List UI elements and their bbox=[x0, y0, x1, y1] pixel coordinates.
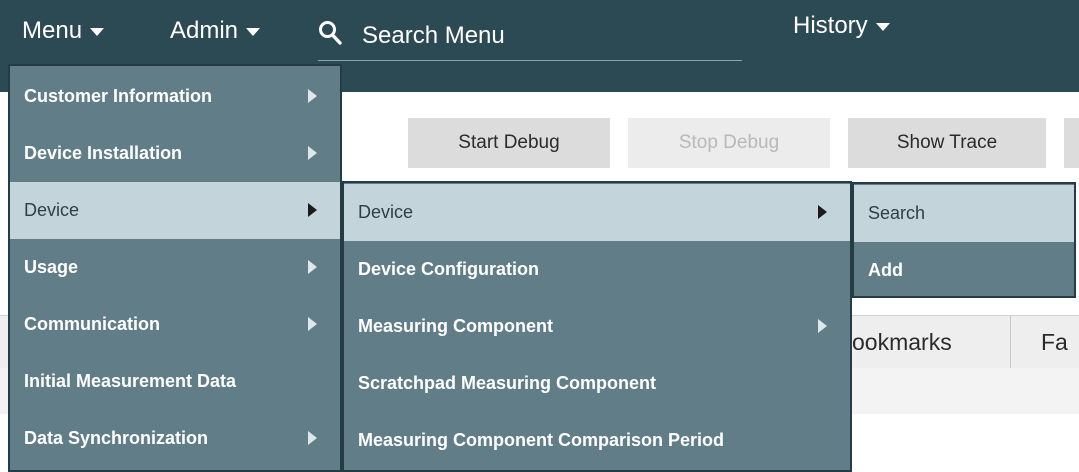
history-label: History bbox=[793, 12, 868, 39]
caret-down-icon bbox=[90, 27, 105, 36]
menu-item-label: Customer Information bbox=[24, 86, 213, 106]
submenu-item-measuring-component-comparison-period[interactable]: Measuring Component Comparison Period bbox=[344, 412, 850, 469]
caret-down-icon bbox=[875, 22, 890, 31]
show-trace-button[interactable]: Show Trace bbox=[848, 118, 1046, 168]
submenu-item-device[interactable]: Device bbox=[344, 184, 850, 241]
chevron-right-icon bbox=[308, 203, 317, 217]
submenu-item-label: Measuring Component Comparison Period bbox=[358, 430, 725, 450]
chevron-right-icon bbox=[308, 260, 317, 274]
submenu-item-scratchpad-measuring-component[interactable]: Scratchpad Measuring Component bbox=[344, 355, 850, 412]
menu-item-label: Initial Measurement Data bbox=[24, 371, 237, 391]
menu-label: Menu bbox=[22, 17, 83, 44]
main-menu: Customer Information Device Installation… bbox=[8, 64, 342, 472]
menu-item-data-synchronization[interactable]: Data Synchronization bbox=[10, 410, 340, 467]
menu-item-device-installation[interactable]: Device Installation bbox=[10, 125, 340, 182]
menu-item-label: Communication bbox=[24, 314, 161, 334]
chevron-right-icon bbox=[308, 89, 317, 103]
toolbar-button-partial[interactable] bbox=[1064, 118, 1079, 168]
submenu-item-search[interactable]: Search bbox=[854, 185, 1074, 242]
search-menu bbox=[318, 14, 742, 61]
tab-favorites-label: Fa bbox=[1041, 329, 1068, 355]
submenu-item-label: Device Configuration bbox=[358, 259, 540, 279]
menu-item-label: Device bbox=[24, 200, 80, 220]
device-actions-submenu: Search Add bbox=[852, 182, 1076, 298]
tab-favorites[interactable]: Fa bbox=[1010, 316, 1079, 368]
stop-debug-button[interactable]: Stop Debug bbox=[628, 118, 830, 168]
tab-bookmarks-label: ookmarks bbox=[852, 329, 952, 355]
menu-item-label: Usage bbox=[24, 257, 79, 277]
admin-dropdown[interactable]: Admin bbox=[170, 0, 261, 62]
submenu-item-label: Scratchpad Measuring Component bbox=[358, 373, 657, 393]
submenu-item-measuring-component[interactable]: Measuring Component bbox=[344, 298, 850, 355]
submenu-item-label: Measuring Component bbox=[358, 316, 554, 336]
chevron-right-icon bbox=[308, 317, 317, 331]
menu-item-label: Data Synchronization bbox=[24, 428, 209, 448]
menu-item-communication[interactable]: Communication bbox=[10, 296, 340, 353]
caret-down-icon bbox=[246, 27, 261, 36]
submenu-item-device-configuration[interactable]: Device Configuration bbox=[344, 241, 850, 298]
menu-item-device[interactable]: Device bbox=[10, 182, 340, 239]
start-debug-label: Start Debug bbox=[458, 132, 560, 153]
submenu-item-label: Device bbox=[358, 202, 414, 222]
menu-item-initial-measurement-data[interactable]: Initial Measurement Data bbox=[10, 353, 340, 410]
search-icon[interactable] bbox=[318, 20, 342, 46]
submenu-item-add[interactable]: Add bbox=[854, 242, 1074, 299]
stop-debug-label: Stop Debug bbox=[678, 132, 780, 153]
menu-item-customer-information[interactable]: Customer Information bbox=[10, 68, 340, 125]
menu-item-usage[interactable]: Usage bbox=[10, 239, 340, 296]
menu-dropdown[interactable]: Menu bbox=[22, 0, 105, 62]
chevron-right-icon bbox=[308, 146, 317, 160]
start-debug-button[interactable]: Start Debug bbox=[408, 118, 610, 168]
submenu-item-label: Add bbox=[868, 260, 903, 280]
chevron-right-icon bbox=[818, 205, 827, 219]
show-trace-label: Show Trace bbox=[896, 132, 998, 153]
admin-label: Admin bbox=[170, 17, 239, 44]
submenu-item-label: Search bbox=[868, 203, 926, 223]
menu-item-label: Device Installation bbox=[24, 143, 183, 163]
history-dropdown[interactable]: History bbox=[793, 0, 890, 52]
tab-bookmarks[interactable]: ookmarks bbox=[840, 316, 1010, 368]
search-input[interactable] bbox=[362, 14, 732, 58]
chevron-right-icon bbox=[818, 319, 827, 333]
device-submenu: Device Device Configuration Measuring Co… bbox=[342, 181, 852, 472]
chevron-right-icon bbox=[308, 431, 317, 445]
